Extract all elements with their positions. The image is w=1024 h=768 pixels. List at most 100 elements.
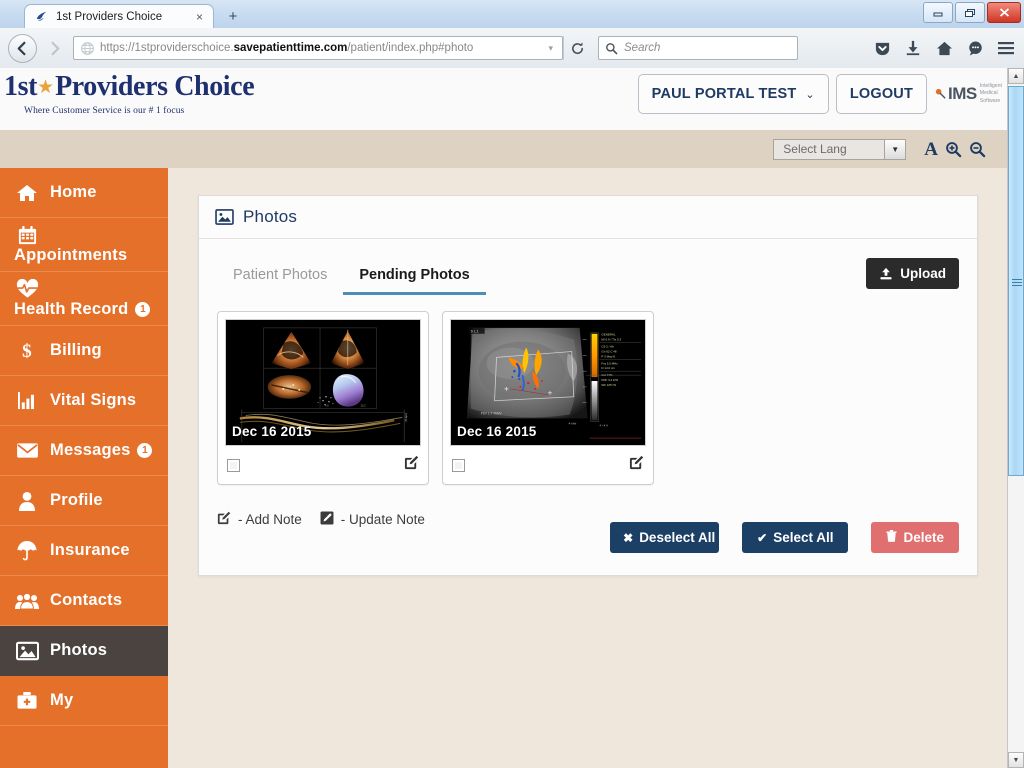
svg-text:-4 kHz: -4 kHz [568, 421, 577, 425]
photo-thumbnail[interactable]: GENERAL MI 0.9 / TIs 0.3 C5-2 / Ab Gn 62 C… [450, 319, 646, 446]
user-menu-button[interactable]: PAUL PORTAL TEST ⌄ [637, 74, 829, 114]
scroll-down-button[interactable]: ▼ [1008, 752, 1024, 768]
reload-icon [571, 42, 583, 54]
downloads-button[interactable] [899, 34, 927, 62]
sidebar-item-messages[interactable]: Messages 1 [0, 426, 168, 476]
deselect-all-button[interactable]: ✖ Deselect All [610, 522, 720, 553]
maximize-button[interactable] [955, 2, 985, 23]
sidebar-item-label: Home [50, 183, 97, 201]
search-placeholder: Search [624, 42, 661, 54]
svg-text:Frq 5.0 MHz: Frq 5.0 MHz [601, 361, 618, 365]
sidebar-item-photos[interactable]: Photos [0, 626, 168, 676]
ims-wordmark: IMS [948, 84, 977, 103]
svg-text:80 bpm: 80 bpm [404, 413, 408, 421]
legend-add-note: - Add Note [217, 511, 302, 528]
svg-text:C5-2 / Ab: C5-2 / Ab [601, 345, 614, 349]
photo-card[interactable]: 4.0 15.2 80 bpm Dec 16 2015 [217, 311, 429, 485]
sidebar-item-billing[interactable]: $ Billing [0, 326, 168, 376]
svg-text:6 L1: 6 L1 [471, 328, 479, 333]
sidebar-badge: 1 [137, 443, 153, 458]
tab-pending-photos[interactable]: Pending Photos [343, 257, 487, 295]
zoom-out-icon[interactable] [969, 141, 986, 158]
zoom-in-icon[interactable] [945, 141, 962, 158]
scroll-up-button[interactable]: ▲ [1008, 68, 1024, 84]
legend-update-note-label: - Update Note [340, 512, 425, 527]
page-scrollbar[interactable]: ▲ ▼ [1007, 68, 1024, 768]
photo-select-checkbox[interactable] [452, 458, 465, 472]
back-button[interactable] [8, 33, 37, 63]
sidebar-item-home[interactable]: Home [0, 168, 168, 218]
add-note-icon[interactable] [404, 455, 419, 475]
site-header: 1st ★ Providers Choice Where Customer Se… [0, 68, 1008, 130]
url-domain: savepatienttime.com [233, 42, 348, 54]
photo-select-checkbox[interactable] [227, 458, 240, 472]
site-favicon [36, 11, 47, 21]
minimize-button[interactable] [923, 2, 953, 23]
hamburger-menu-icon [998, 42, 1014, 55]
download-icon [906, 40, 920, 56]
sidebar-item-appointments[interactable]: Appointments [0, 218, 168, 272]
photo-tabs: Patient Photos Pending Photos Upload [217, 257, 959, 295]
language-select-arrow-icon[interactable]: ▼ [884, 138, 907, 160]
check-icon: ✔ [757, 530, 768, 545]
sidebar-navigation: Home Appointments Health Record 1 $ Bill… [0, 168, 168, 768]
upload-button[interactable]: Upload [866, 258, 959, 289]
tab-strip: 1st Providers Choice × + [0, 0, 246, 28]
svg-text:GENERAL: GENERAL [601, 333, 616, 337]
menu-button[interactable] [992, 34, 1020, 62]
browser-tab-title: 1st Providers Choice [56, 10, 163, 23]
sidebar-item-vital-signs[interactable]: Vital Signs [0, 376, 168, 426]
new-tab-button[interactable]: + [220, 5, 246, 27]
logout-button[interactable]: LOGOUT [835, 74, 928, 114]
ims-sub-line2: Medical [979, 90, 998, 97]
group-icon [14, 590, 40, 612]
upload-button-label: Upload [900, 266, 946, 281]
language-select[interactable]: Select Lang [773, 138, 886, 160]
sidebar-item-contacts[interactable]: Contacts [0, 576, 168, 626]
panel-body: Patient Photos Pending Photos Upload 4.0… [199, 239, 977, 575]
add-note-icon[interactable] [629, 455, 644, 475]
envelope-icon [14, 440, 40, 462]
chevron-down-icon: ⌄ [805, 88, 815, 101]
sidebar-item-my[interactable]: My [0, 676, 168, 726]
tab-patient-photos[interactable]: Patient Photos [217, 257, 343, 295]
close-button[interactable] [987, 2, 1021, 23]
umbrella-icon [14, 540, 40, 562]
photo-card[interactable]: GENERAL MI 0.9 / TIs 0.3 C5-2 / Ab Gn 62 C… [442, 311, 654, 485]
address-dropdown-icon[interactable]: ▾ [543, 43, 558, 54]
scrollbar-track[interactable] [1008, 84, 1024, 752]
chat-button[interactable] [961, 34, 989, 62]
scrollbar-thumb[interactable] [1008, 86, 1024, 476]
tab-close-icon[interactable]: × [194, 11, 205, 23]
home-button[interactable] [930, 34, 958, 62]
sidebar-item-insurance[interactable]: Insurance [0, 526, 168, 576]
sidebar-item-health-record[interactable]: Health Record 1 [0, 272, 168, 326]
delete-button[interactable]: Delete [871, 522, 959, 553]
browser-search-box[interactable]: Search [598, 36, 798, 60]
address-bar[interactable]: https://1stproviderschoice.savepatientti… [73, 36, 563, 60]
arrow-left-icon [17, 41, 26, 55]
reload-button[interactable] [563, 36, 590, 60]
svg-text:4 / 4.4: 4 / 4.4 [599, 423, 608, 427]
main-content: Photos Patient Photos Pending Photos Upl… [168, 168, 1008, 768]
browser-window: 1st Providers Choice × + https://1stprov… [0, 0, 1024, 768]
pocket-button[interactable] [868, 34, 896, 62]
update-note-icon [320, 511, 334, 528]
add-note-icon [217, 511, 231, 528]
language-toolbar: Select Lang ▼ A [0, 130, 1008, 168]
browser-tab[interactable]: 1st Providers Choice × [24, 4, 214, 28]
heartbeat-icon [14, 278, 40, 300]
user-icon [14, 490, 40, 512]
font-size-reset-icon[interactable]: A [924, 140, 938, 159]
site-logo[interactable]: 1st ★ Providers Choice Where Customer Se… [4, 71, 255, 117]
sidebar-item-profile[interactable]: Profile [0, 476, 168, 526]
photo-thumbnail[interactable]: 4.0 15.2 80 bpm Dec 16 2015 [225, 319, 421, 446]
logo-tagline: Where Customer Service is our # 1 focus [24, 106, 185, 116]
language-select-value: Select Lang [783, 142, 847, 156]
logo-rest-text: Providers Choice [55, 71, 255, 102]
sidebar-item-label: Contacts [50, 591, 123, 609]
calendar-icon [14, 224, 40, 246]
forward-button[interactable] [41, 35, 67, 61]
select-all-button[interactable]: ✔ Select All [742, 522, 849, 553]
sidebar-item-label: Photos [50, 641, 108, 659]
